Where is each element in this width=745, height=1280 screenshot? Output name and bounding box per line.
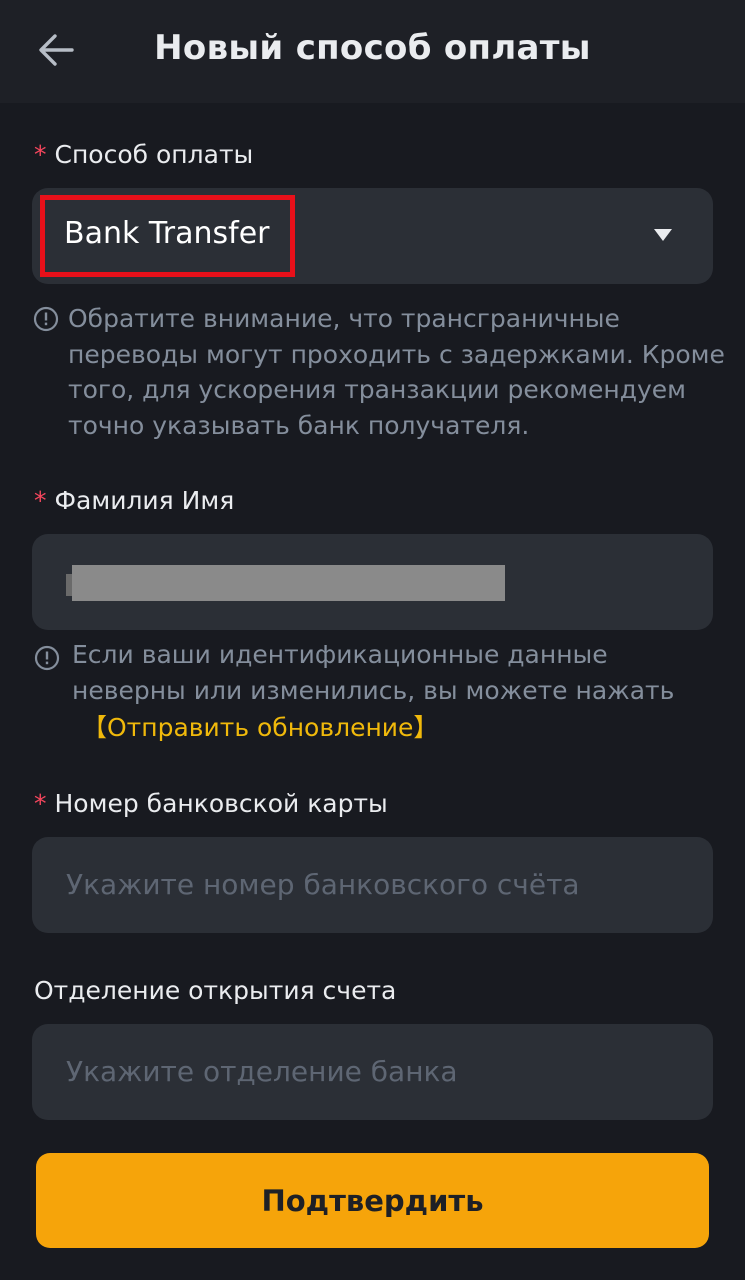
card-number-label: * Номер банковской карты bbox=[34, 789, 388, 818]
top-bar: Новый способ оплаты bbox=[0, 0, 745, 103]
card-number-label-text: Номер банковской карты bbox=[54, 789, 388, 818]
payment-method-label-text: Способ оплаты bbox=[54, 140, 254, 169]
branch-placeholder: Укажите отделение банка bbox=[66, 1055, 458, 1088]
hint-line: переводы могут проходить с задержками. К… bbox=[68, 339, 725, 369]
send-update-link[interactable]: 【Отправить обновление】 bbox=[82, 708, 438, 744]
required-mark: * bbox=[34, 140, 47, 169]
hint-line: точно указывать банк получателя. bbox=[68, 410, 530, 440]
full-name-label: * Фамилия Имя bbox=[34, 486, 234, 515]
branch-label-text: Отделение открытия счета bbox=[34, 976, 397, 1005]
branch-label: Отделение открытия счета bbox=[34, 976, 396, 1005]
info-icon bbox=[34, 645, 60, 671]
caret-down-icon[interactable] bbox=[654, 229, 672, 241]
required-mark: * bbox=[34, 789, 47, 818]
info-icon bbox=[33, 306, 59, 332]
card-number-placeholder: Укажите номер банковского счёта bbox=[66, 868, 580, 901]
page-title: Новый способ оплаты bbox=[154, 28, 591, 68]
hint-line: Если ваши идентификационные данные bbox=[72, 640, 608, 669]
highlight-box bbox=[40, 195, 295, 277]
full-name-label-text: Фамилия Имя bbox=[54, 486, 235, 515]
required-mark: * bbox=[34, 486, 47, 515]
payment-method-label: * Способ оплаты bbox=[34, 140, 253, 169]
confirm-button[interactable]: Подтвердить bbox=[36, 1153, 709, 1248]
hint-line: того, для ускорения транзакции рекоменду… bbox=[68, 375, 687, 404]
redacted-name bbox=[72, 565, 505, 601]
identity-hint: Если ваши идентификационные данные невер… bbox=[72, 637, 674, 708]
hint-line: Обратите внимание, что трансграничные bbox=[68, 304, 620, 333]
cross-border-hint: Обратите внимание, что трансграничные пе… bbox=[68, 301, 725, 443]
hint-line: неверны или изменились, вы можете нажать bbox=[72, 675, 675, 705]
